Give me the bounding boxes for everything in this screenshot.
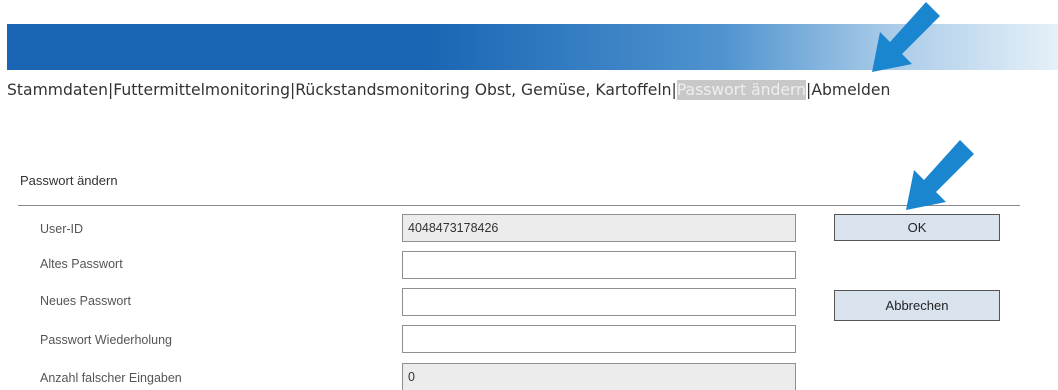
user-id-field[interactable] (402, 214, 796, 242)
ok-button[interactable]: OK (834, 214, 1000, 241)
nav-item-stammdaten[interactable]: Stammdaten (7, 81, 108, 99)
old-password-field[interactable] (402, 251, 796, 279)
new-password-field[interactable] (402, 288, 796, 316)
failed-attempts-label: Anzahl falscher Eingaben (40, 371, 182, 385)
old-password-label: Altes Passwort (40, 257, 123, 271)
arrow-shape (906, 140, 974, 210)
nav-item-passwort-aendern[interactable]: Passwort ändern (676, 80, 807, 100)
new-password-label: Neues Passwort (40, 294, 132, 308)
main-navigation: Stammdaten|Futtermittelmonitoring|Rückst… (7, 79, 1058, 103)
form-title: Passwort ändern (20, 173, 118, 188)
nav-item-abmelden[interactable]: Abmelden (811, 81, 890, 99)
arrow-shape (872, 2, 940, 72)
repeat-password-field[interactable] (402, 325, 796, 353)
nav-item-rueckstandsmonitoring[interactable]: Rückstandsmonitoring Obst, Gemüse, Karto… (295, 81, 671, 99)
arrow-down-left-icon (872, 2, 940, 72)
nav-item-futtermittelmonitoring[interactable]: Futtermittelmonitoring (113, 81, 290, 99)
failed-attempts-field (402, 363, 796, 390)
arrow-down-left-icon (906, 140, 974, 210)
repeat-password-label: Passwort Wiederholung (40, 333, 173, 347)
form-divider (18, 205, 1020, 206)
user-id-label: User-ID (40, 222, 84, 236)
cancel-button[interactable]: Abbrechen (834, 290, 1000, 321)
